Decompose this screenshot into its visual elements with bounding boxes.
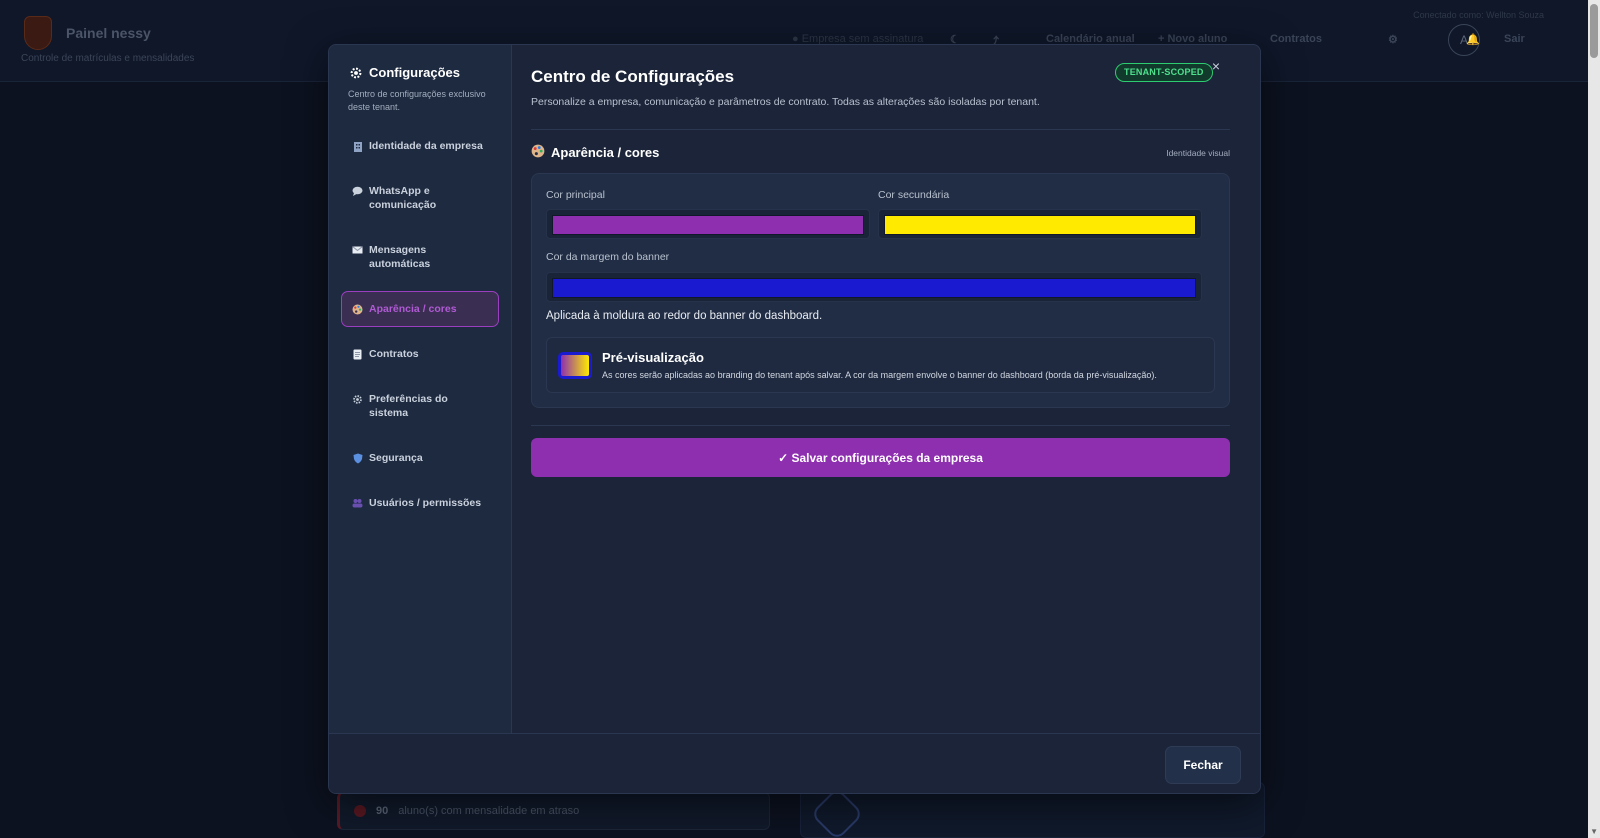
document-icon xyxy=(352,348,363,360)
sidebar-item-label: Segurança xyxy=(369,452,423,464)
save-settings-button[interactable]: ✓ Salvar configurações da empresa xyxy=(531,438,1230,477)
sidebar-item-label: Aparência / cores xyxy=(369,303,457,315)
page-subtitle: Personalize a empresa, comunicação e par… xyxy=(531,96,1040,108)
sidebar-description: Centro de configurações exclusivo deste … xyxy=(348,89,486,112)
chat-icon xyxy=(352,185,363,197)
sidebar-item-security[interactable]: Segurança xyxy=(341,440,499,476)
divider xyxy=(531,425,1230,426)
settings-content: Centro de Configurações Personalize a em… xyxy=(512,45,1260,733)
preview-box: Pré-visualização As cores serão aplicada… xyxy=(546,337,1215,393)
settings-sidebar: Configurações Centro de configurações ex… xyxy=(329,45,512,733)
color-settings-card: Cor principal Cor secundária Cor da marg… xyxy=(531,173,1230,408)
gear-icon xyxy=(352,393,363,405)
section-header: Aparência / cores Identidade visual xyxy=(531,144,1230,161)
scrollbar-thumb[interactable] xyxy=(1590,4,1598,58)
divider xyxy=(531,129,1230,130)
sidebar-item-preferences[interactable]: Preferências do sistema xyxy=(341,381,499,431)
banner-color-field[interactable] xyxy=(546,272,1202,302)
close-icon[interactable]: × xyxy=(1209,59,1223,73)
secondary-color-label: Cor secundária xyxy=(878,189,950,201)
overdue-count: 90 xyxy=(376,805,389,817)
scroll-down-icon[interactable]: ▼ xyxy=(1590,827,1598,836)
section-title-text: Aparência / cores xyxy=(551,145,660,160)
settings-icon[interactable]: ⚙ xyxy=(1388,33,1398,46)
sidebar-menu: Identidade da empresa WhatsApp e comunic… xyxy=(341,128,499,521)
users-icon xyxy=(352,497,363,509)
sidebar-item-contracts[interactable]: Contratos xyxy=(341,336,499,372)
overdue-alert[interactable]: 90 aluno(s) com mensalidade em atraso xyxy=(337,792,770,830)
sidebar-item-company-identity[interactable]: Identidade da empresa xyxy=(341,128,499,164)
shield-icon xyxy=(352,452,363,464)
alert-dot-icon xyxy=(354,805,366,817)
app-subtitle: Controle de matrículas e mensalidades xyxy=(21,53,195,64)
envelope-icon xyxy=(352,244,363,256)
sidebar-item-appearance[interactable]: Aparência / cores xyxy=(341,291,499,327)
sidebar-item-label: Contratos xyxy=(369,348,419,360)
secondary-color-swatch[interactable] xyxy=(884,215,1196,235)
secondary-color-field[interactable] xyxy=(878,209,1202,239)
page-scrollbar[interactable]: ▼ xyxy=(1588,0,1600,838)
nav-contracts[interactable]: Contratos xyxy=(1270,33,1322,45)
tenant-scoped-badge: TENANT-SCOPED xyxy=(1115,63,1213,82)
sidebar-item-whatsapp[interactable]: WhatsApp e comunicação xyxy=(341,173,499,223)
app-logo xyxy=(24,16,52,50)
settings-modal: Configurações Centro de configurações ex… xyxy=(328,44,1261,794)
banner-color-swatch[interactable] xyxy=(552,278,1196,298)
preview-description: As cores serão aplicadas ao branding do … xyxy=(602,370,1157,380)
sidebar-item-label: Usuários / permissões xyxy=(369,497,482,509)
logout-button[interactable]: Sair xyxy=(1504,33,1525,45)
logged-in-note: Conectado como: Wellton Souza xyxy=(1413,10,1544,20)
sidebar-item-label: Mensagens automáticas xyxy=(369,244,431,270)
sidebar-item-auto-messages[interactable]: Mensagens automáticas xyxy=(341,232,499,282)
sidebar-item-label: Preferências do sistema xyxy=(369,393,448,419)
banner-color-label: Cor da margem do banner xyxy=(546,251,670,263)
primary-color-field[interactable] xyxy=(546,209,870,239)
overdue-text: aluno(s) com mensalidade em atraso xyxy=(398,805,580,817)
section-tag: Identidade visual xyxy=(1166,147,1230,158)
sidebar-title-text: Configurações xyxy=(369,65,461,80)
building-icon xyxy=(352,140,363,152)
sidebar-title: Configurações xyxy=(349,65,499,80)
preview-swatch xyxy=(558,352,592,379)
preview-title: Pré-visualização xyxy=(602,350,704,365)
bell-icon[interactable]: 🔔 xyxy=(1466,33,1480,46)
primary-color-label: Cor principal xyxy=(546,189,605,201)
modal-footer: Fechar xyxy=(329,733,1260,793)
sidebar-item-label: WhatsApp e comunicação xyxy=(369,185,437,211)
banner-color-help: Aplicada à moldura ao redor do banner do… xyxy=(546,310,823,322)
palette-icon xyxy=(352,303,363,315)
close-button[interactable]: Fechar xyxy=(1165,746,1241,784)
primary-color-swatch[interactable] xyxy=(552,215,864,235)
section-title: Aparência / cores xyxy=(531,144,659,161)
gear-icon xyxy=(350,67,362,78)
palette-icon xyxy=(531,144,545,161)
app-title: Painel nessy xyxy=(66,25,151,41)
sidebar-item-users[interactable]: Usuários / permissões xyxy=(341,485,499,521)
sidebar-item-label: Identidade da empresa xyxy=(369,140,483,152)
